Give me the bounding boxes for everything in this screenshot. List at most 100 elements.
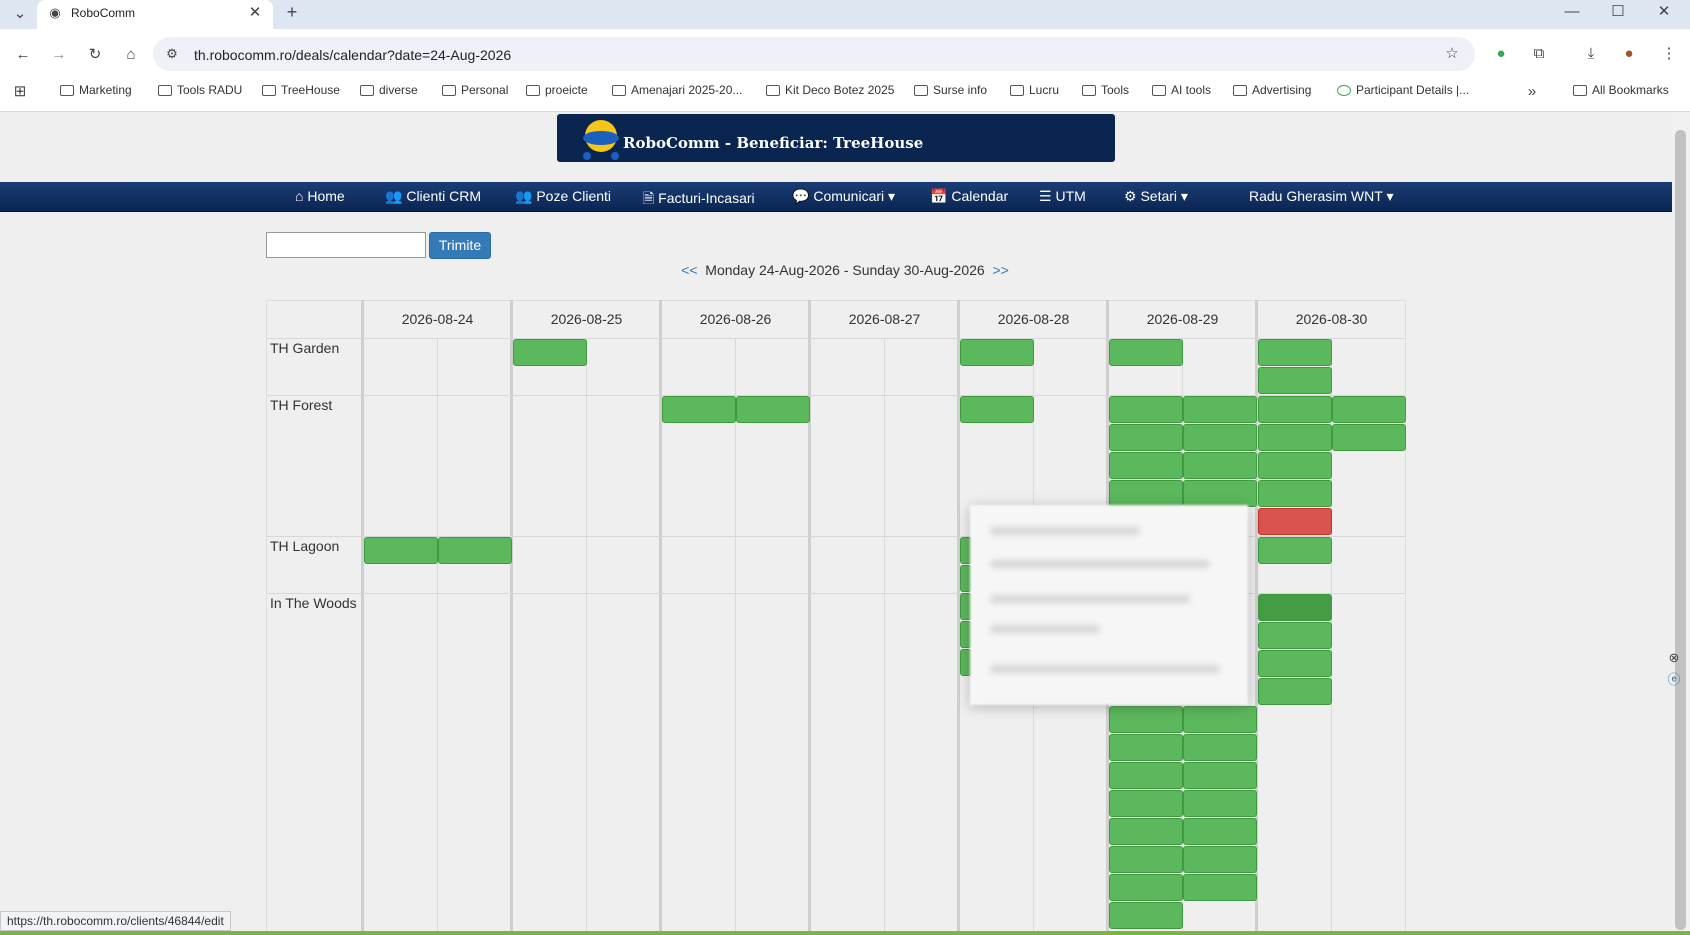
booking-block[interactable] bbox=[1183, 480, 1257, 507]
profile-avatar[interactable]: ● bbox=[1618, 44, 1640, 64]
side-close-icon[interactable]: ⊗ bbox=[1664, 648, 1684, 668]
nav-setari[interactable]: ⚙ Setari ▾ bbox=[1124, 188, 1188, 205]
submit-button[interactable]: Trimite bbox=[429, 232, 491, 259]
booking-block[interactable] bbox=[1258, 678, 1332, 705]
booking-block[interactable] bbox=[1258, 594, 1332, 621]
booking-block[interactable] bbox=[1109, 339, 1183, 366]
bookmark-12[interactable]: Advertising bbox=[1233, 83, 1311, 97]
booking-block[interactable] bbox=[1109, 424, 1183, 451]
bookmark-4[interactable]: Personal bbox=[442, 83, 508, 97]
booking-block[interactable] bbox=[1183, 706, 1257, 733]
booking-block[interactable] bbox=[1258, 339, 1332, 366]
home-icon[interactable]: ⌂ bbox=[120, 45, 142, 65]
booking-block[interactable] bbox=[1109, 790, 1183, 817]
booking-block[interactable] bbox=[1109, 706, 1183, 733]
maximize-icon[interactable]: ☐ bbox=[1608, 2, 1628, 22]
tab-title: RoboComm bbox=[71, 6, 136, 20]
booking-block[interactable] bbox=[1258, 452, 1332, 479]
booking-block[interactable] bbox=[1109, 452, 1183, 479]
nav-calendar[interactable]: 📅 Calendar bbox=[930, 188, 1008, 205]
booking-block[interactable] bbox=[438, 537, 512, 564]
booking-block[interactable] bbox=[1183, 424, 1257, 451]
booking-block[interactable] bbox=[1109, 396, 1183, 423]
site-settings-icon[interactable]: ⚙ bbox=[162, 44, 182, 64]
booking-block[interactable] bbox=[1183, 396, 1257, 423]
booking-block[interactable] bbox=[1332, 396, 1406, 423]
bookmark-6[interactable]: Amenajari 2025-20... bbox=[612, 83, 742, 97]
booking-block[interactable] bbox=[1258, 480, 1332, 507]
nav-poze-clienti[interactable]: 👥 Poze Clienti bbox=[515, 188, 611, 205]
booking-block[interactable] bbox=[1258, 367, 1332, 394]
download-icon[interactable]: ⤓ bbox=[1580, 44, 1602, 64]
bookmark-7[interactable]: Kit Deco Botez 2025 bbox=[766, 83, 894, 97]
extension-green-icon[interactable]: ● bbox=[1490, 44, 1512, 64]
all-bookmarks[interactable]: All Bookmarks bbox=[1573, 83, 1669, 97]
bookmark-5[interactable]: proeicte bbox=[526, 83, 588, 97]
globe-icon: ◉ bbox=[49, 5, 61, 20]
room-label: In The Woods bbox=[270, 595, 357, 611]
bookmark-8[interactable]: Surse info bbox=[914, 83, 987, 97]
booking-block[interactable] bbox=[364, 537, 438, 564]
browser-menu-icon[interactable]: ⋮ bbox=[1658, 44, 1680, 64]
booking-block[interactable] bbox=[1258, 537, 1332, 564]
bookmark-3[interactable]: diverse bbox=[360, 83, 418, 97]
prev-week-link[interactable]: << bbox=[681, 262, 697, 278]
week-label: Monday 24-Aug-2026 - Sunday 30-Aug-2026 bbox=[705, 262, 985, 278]
booking-block[interactable] bbox=[1183, 734, 1257, 761]
close-tab-icon[interactable]: ✕ bbox=[246, 3, 264, 23]
nav-user-menu[interactable]: Radu Gherasim WNT ▾ bbox=[1249, 188, 1393, 205]
nav-utm[interactable]: ☰ UTM bbox=[1039, 188, 1086, 205]
window-close-icon[interactable]: ✕ bbox=[1654, 2, 1674, 22]
nav-facturi[interactable]: 🗎 Facturi-Incasari bbox=[643, 188, 755, 212]
booking-block[interactable] bbox=[1109, 902, 1183, 929]
extensions-icon[interactable]: ⧉ bbox=[1528, 44, 1550, 64]
bookmark-11[interactable]: AI tools bbox=[1152, 83, 1211, 97]
bookmark-0[interactable]: Marketing bbox=[60, 83, 132, 97]
booking-block[interactable] bbox=[1109, 846, 1183, 873]
booking-block[interactable] bbox=[1183, 452, 1257, 479]
bookmark-13[interactable]: Participant Details |... bbox=[1337, 83, 1469, 97]
booking-block[interactable] bbox=[1109, 734, 1183, 761]
booking-block[interactable] bbox=[1258, 424, 1332, 451]
back-icon[interactable]: ← bbox=[12, 45, 34, 65]
booking-block[interactable] bbox=[1258, 650, 1332, 677]
booking-block[interactable] bbox=[1109, 762, 1183, 789]
bookmark-10[interactable]: Tools bbox=[1082, 83, 1129, 97]
bookmark-star-icon[interactable]: ☆ bbox=[1441, 44, 1463, 64]
new-tab-button[interactable]: + bbox=[282, 2, 302, 22]
url-text[interactable]: th.robocomm.ro/deals/calendar?date=24-Au… bbox=[194, 47, 511, 63]
search-input[interactable] bbox=[266, 232, 426, 258]
bookmark-1[interactable]: Tools RADU bbox=[158, 83, 242, 97]
booking-block[interactable] bbox=[1183, 846, 1257, 873]
minimize-icon[interactable]: — bbox=[1562, 2, 1582, 22]
booking-block[interactable] bbox=[1183, 762, 1257, 789]
booking-block-conflict[interactable] bbox=[1258, 508, 1332, 535]
booking-block[interactable] bbox=[662, 396, 736, 423]
bookmark-2[interactable]: TreeHouse bbox=[262, 83, 340, 97]
forward-icon[interactable]: → bbox=[48, 45, 70, 65]
next-week-link[interactable]: >> bbox=[992, 262, 1008, 278]
booking-block[interactable] bbox=[513, 339, 587, 366]
booking-block[interactable] bbox=[960, 396, 1034, 423]
booking-block[interactable] bbox=[1183, 818, 1257, 845]
booking-block[interactable] bbox=[1258, 622, 1332, 649]
nav-comunicari[interactable]: 💬 Comunicari ▾ bbox=[792, 188, 895, 205]
booking-block[interactable] bbox=[1109, 874, 1183, 901]
booking-block[interactable] bbox=[1183, 790, 1257, 817]
tab-search-icon[interactable]: ⌄ bbox=[10, 4, 30, 24]
booking-block[interactable] bbox=[960, 339, 1034, 366]
apps-grid-icon[interactable]: ⊞ bbox=[10, 82, 30, 102]
booking-block[interactable] bbox=[736, 396, 810, 423]
booking-block[interactable] bbox=[1109, 480, 1183, 507]
scrollbar-thumb[interactable] bbox=[1675, 130, 1686, 930]
booking-block[interactable] bbox=[1332, 424, 1406, 451]
reload-icon[interactable]: ↻ bbox=[84, 45, 106, 65]
booking-block[interactable] bbox=[1109, 818, 1183, 845]
nav-clienti-crm[interactable]: 👥 Clienti CRM bbox=[385, 188, 481, 205]
more-bookmarks-icon[interactable]: » bbox=[1522, 82, 1542, 102]
booking-block[interactable] bbox=[1258, 396, 1332, 423]
booking-block[interactable] bbox=[1183, 874, 1257, 901]
side-extension-icon[interactable]: ⓔ bbox=[1664, 670, 1684, 690]
bookmark-9[interactable]: Lucru bbox=[1010, 83, 1059, 97]
nav-home[interactable]: ⌂ Home bbox=[295, 188, 345, 204]
